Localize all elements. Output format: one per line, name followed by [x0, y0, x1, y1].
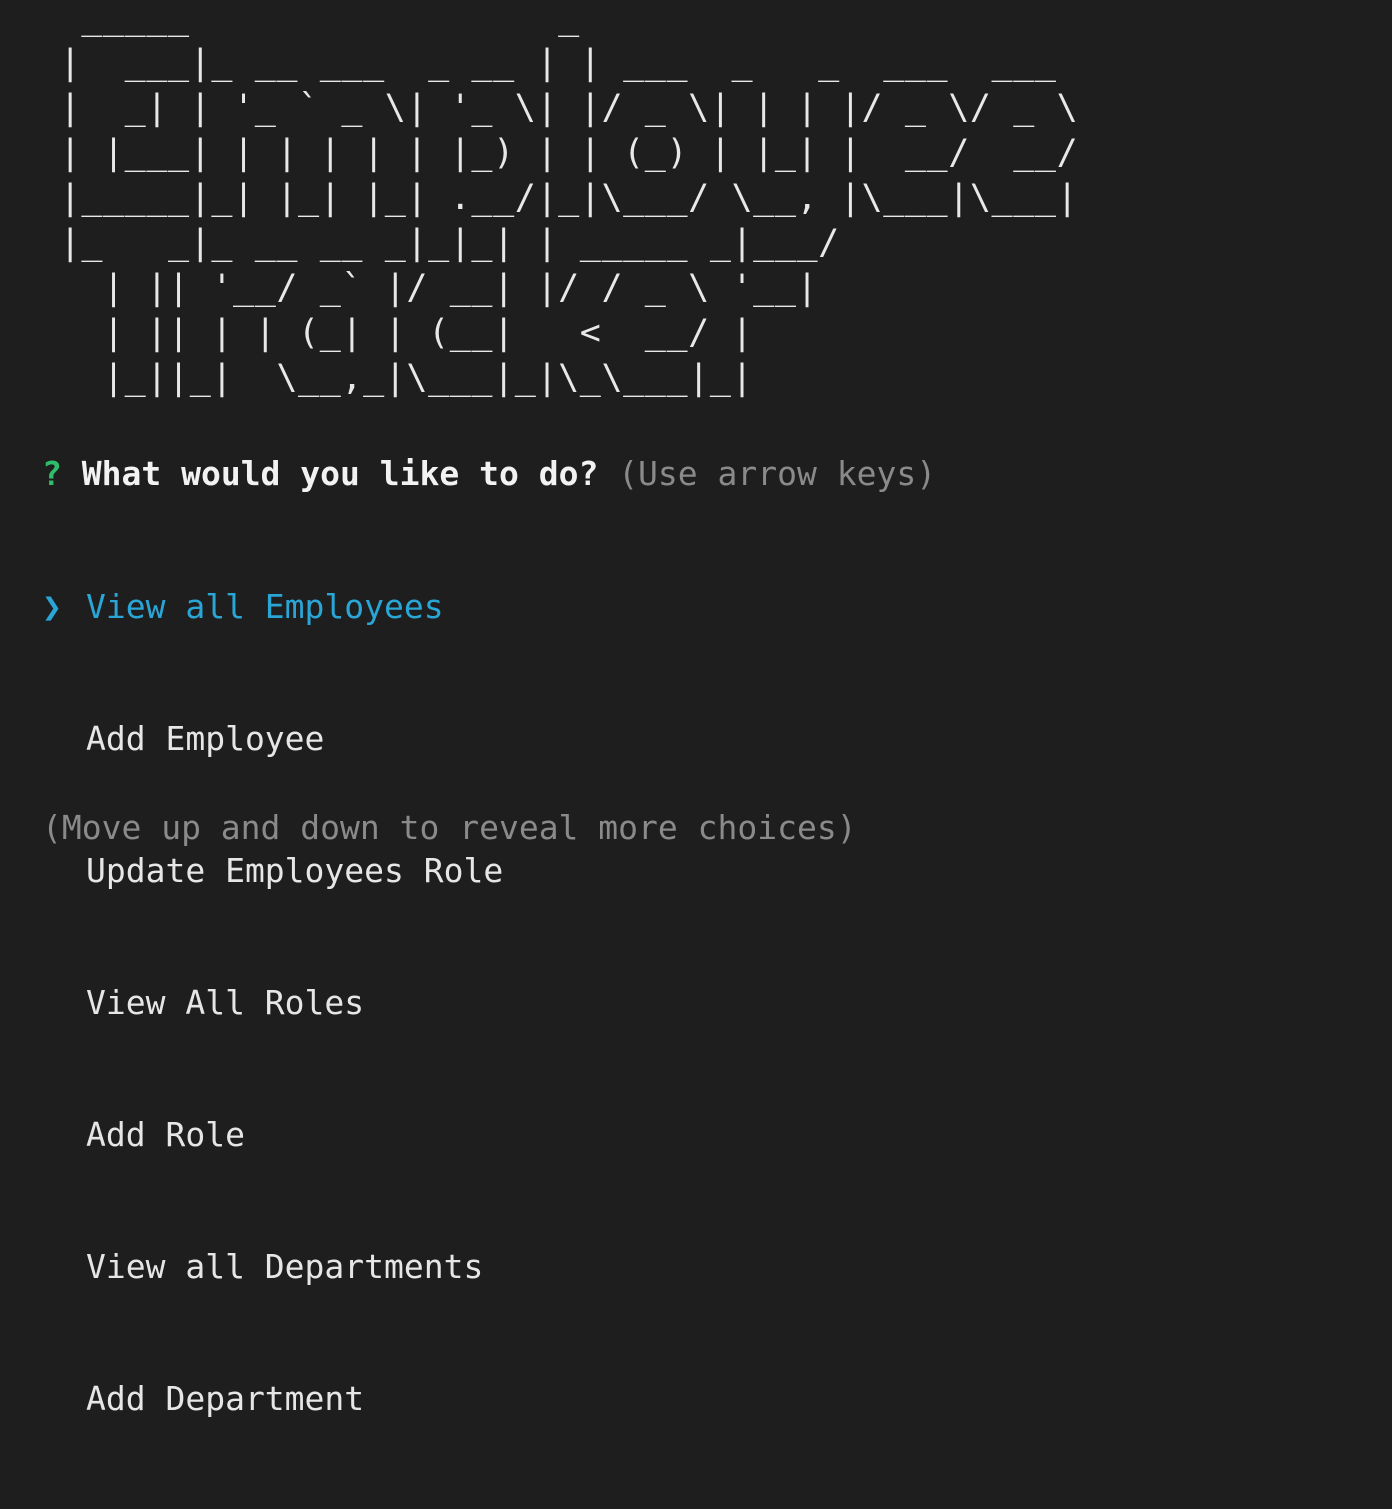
choice-item-view-all-roles[interactable]: View All Roles [42, 981, 503, 1025]
choice-label: Add Role [86, 1115, 245, 1154]
prompt-question: What would you like to do? [81, 454, 599, 493]
choice-label: View all Departments [86, 1247, 484, 1286]
pointer-icon: ❯ [42, 587, 62, 626]
choice-label: Add Employee [86, 719, 325, 758]
choice-label: Update Employees Role [86, 851, 504, 890]
choice-list: ❯ View all Employees Add Employee Update … [42, 497, 503, 1509]
ascii-banner: _____ _ | ___|_ __ ___ _ __ | | ___ _ _ … [59, 0, 1079, 398]
choice-label: View All Roles [86, 983, 365, 1022]
prompt-line: ? What would you like to do? (Use arrow … [42, 452, 936, 496]
choice-item-view-all-departments[interactable]: View all Departments [42, 1245, 503, 1289]
terminal-window: _____ _ | ___|_ __ ___ _ __ | | ___ _ _ … [0, 0, 1392, 1418]
choice-item-view-all-employees[interactable]: ❯ View all Employees [42, 585, 503, 629]
prompt-hint: (Use arrow keys) [618, 454, 937, 493]
question-mark-icon: ? [42, 454, 62, 493]
choice-label: Add Department [86, 1379, 365, 1418]
choice-label: View all Employees [86, 587, 444, 626]
choice-item-add-department[interactable]: Add Department [42, 1377, 503, 1421]
scroll-hint: (Move up and down to reveal more choices… [42, 808, 857, 847]
choice-item-update-employees-role[interactable]: Update Employees Role [42, 849, 503, 893]
choice-item-add-role[interactable]: Add Role [42, 1113, 503, 1157]
choice-item-add-employee[interactable]: Add Employee [42, 717, 503, 761]
